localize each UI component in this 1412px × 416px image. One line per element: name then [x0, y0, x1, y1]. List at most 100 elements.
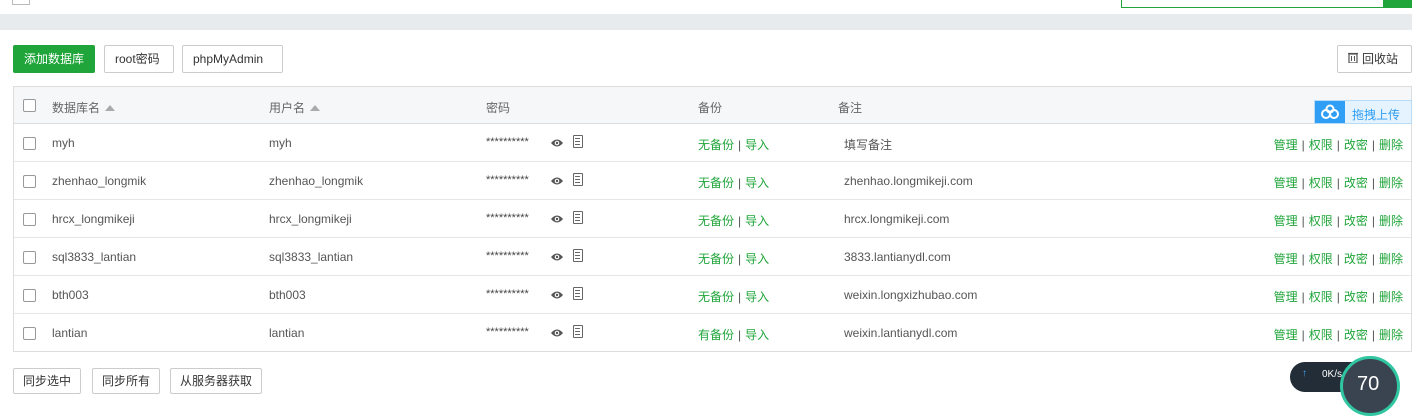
select-all-checkbox[interactable]	[23, 99, 36, 112]
delete-link[interactable]: 删除	[1379, 214, 1403, 228]
row-checkbox[interactable]	[23, 289, 36, 302]
row-actions: 管理 | 权限 | 改密 | 删除	[1273, 290, 1403, 304]
permission-link[interactable]: 权限	[1309, 328, 1333, 342]
copy-icon[interactable]	[573, 135, 583, 148]
row-checkbox[interactable]	[23, 175, 36, 188]
delete-link[interactable]: 删除	[1379, 252, 1403, 266]
delete-link[interactable]: 删除	[1379, 290, 1403, 304]
row-actions: 管理 | 权限 | 改密 | 删除	[1273, 176, 1403, 190]
recycle-bin-button[interactable]: 回收站	[1337, 45, 1412, 73]
backup-link[interactable]: 无备份	[698, 138, 734, 152]
header-user[interactable]: 用户名	[269, 99, 321, 116]
sync-selected-button[interactable]: 同步选中	[13, 368, 82, 394]
permission-link[interactable]: 权限	[1309, 138, 1333, 152]
change-password-link[interactable]: 改密	[1344, 214, 1368, 228]
separator: |	[738, 214, 742, 228]
db-user: zhenhao_longmik	[269, 174, 364, 188]
phpmyadmin-button[interactable]: phpMyAdmin	[182, 45, 283, 73]
db-remark[interactable]: 填写备注	[844, 136, 892, 153]
backup-link[interactable]: 无备份	[698, 214, 734, 228]
import-link[interactable]: 导入	[745, 290, 769, 304]
import-link[interactable]: 导入	[745, 252, 769, 266]
db-name: myh	[52, 136, 75, 150]
search-button[interactable]	[1383, 0, 1412, 8]
copy-icon[interactable]	[573, 211, 583, 224]
backup-link[interactable]: 无备份	[698, 290, 734, 304]
db-name: zhenhao_longmik	[52, 174, 147, 188]
eye-icon[interactable]	[550, 327, 564, 339]
upload-arrow-icon: ↑	[1302, 368, 1307, 379]
search-input[interactable]	[1121, 0, 1385, 8]
manage-link[interactable]: 管理	[1274, 176, 1298, 190]
db-name: lantian	[52, 326, 88, 340]
backup-link[interactable]: 无备份	[698, 252, 734, 266]
manage-link[interactable]: 管理	[1274, 214, 1298, 228]
delete-link[interactable]: 删除	[1379, 328, 1403, 342]
permission-link[interactable]: 权限	[1309, 252, 1333, 266]
change-password-link[interactable]: 改密	[1344, 252, 1368, 266]
get-from-server-button[interactable]: 从服务器获取	[170, 368, 263, 394]
permission-link[interactable]: 权限	[1309, 214, 1333, 228]
recycle-bin-label: 回收站	[1362, 52, 1399, 66]
eye-icon[interactable]	[550, 289, 564, 301]
delete-link[interactable]: 删除	[1379, 176, 1403, 190]
change-password-link[interactable]: 改密	[1344, 138, 1368, 152]
copy-icon[interactable]	[573, 287, 583, 300]
copy-icon[interactable]	[573, 249, 583, 262]
backup-link[interactable]: 无备份	[698, 176, 734, 190]
delete-link[interactable]: 删除	[1379, 138, 1403, 152]
row-checkbox[interactable]	[23, 213, 36, 226]
eye-icon[interactable]	[550, 251, 564, 263]
copy-icon[interactable]	[573, 173, 583, 186]
db-remark[interactable]: zhenhao.longmikeji.com	[844, 174, 973, 188]
db-remark[interactable]: weixin.lantianydl.com	[844, 326, 957, 340]
table-row: sql3833_lantian sql3833_lantian **********…	[14, 238, 1411, 276]
table-row: bth003 bth003 ********** 无备份 | 导入 weixin.longx…	[14, 276, 1411, 314]
row-checkbox[interactable]	[23, 137, 36, 150]
db-remark[interactable]: weixin.longxizhubao.com	[844, 288, 977, 302]
eye-icon[interactable]	[550, 213, 564, 225]
permission-link[interactable]: 权限	[1309, 290, 1333, 304]
row-actions: 管理 | 权限 | 改密 | 删除	[1273, 328, 1403, 342]
top-bar	[0, 0, 1412, 30]
backup-status: 无备份 | 导入	[698, 136, 769, 153]
table-row: zhenhao_longmik zhenhao_longmik **********…	[14, 162, 1411, 200]
import-link[interactable]: 导入	[745, 176, 769, 190]
permission-link[interactable]: 权限	[1309, 176, 1333, 190]
db-user: sql3833_lantian	[269, 250, 354, 264]
change-password-link[interactable]: 改密	[1344, 328, 1368, 342]
backup-link[interactable]: 有备份	[698, 328, 734, 342]
table-row: lantian lantian ********** 有备份 | 导入 weixin.lan…	[14, 314, 1411, 352]
menu-icon[interactable]	[12, 0, 30, 5]
manage-link[interactable]: 管理	[1274, 138, 1298, 152]
change-password-link[interactable]: 改密	[1344, 176, 1368, 190]
db-name: bth003	[52, 288, 89, 302]
eye-icon[interactable]	[550, 175, 564, 187]
db-remark[interactable]: hrcx.longmikeji.com	[844, 212, 949, 226]
import-link[interactable]: 导入	[745, 328, 769, 342]
import-link[interactable]: 导入	[745, 214, 769, 228]
header-name[interactable]: 数据库名	[52, 99, 116, 116]
row-checkbox[interactable]	[23, 251, 36, 264]
db-user: myh	[269, 136, 292, 150]
cloud-icon	[1315, 101, 1345, 123]
sync-all-button[interactable]: 同步所有	[92, 368, 161, 394]
db-user: bth003	[269, 288, 306, 302]
copy-icon[interactable]	[573, 325, 583, 338]
add-database-button[interactable]: 添加数据库	[13, 45, 95, 73]
drag-upload-widget[interactable]: 拖拽上传	[1314, 100, 1412, 124]
db-password: **********	[486, 288, 529, 300]
db-user: hrcx_longmikeji	[269, 212, 352, 226]
separator: |	[738, 252, 742, 266]
import-link[interactable]: 导入	[745, 138, 769, 152]
db-password: **********	[486, 174, 529, 186]
row-checkbox[interactable]	[23, 327, 36, 340]
manage-link[interactable]: 管理	[1274, 290, 1298, 304]
root-password-button[interactable]: root密码	[104, 45, 174, 73]
db-remark[interactable]: 3833.lantianydl.com	[844, 250, 951, 264]
manage-link[interactable]: 管理	[1274, 252, 1298, 266]
load-gauge[interactable]: 70	[1340, 356, 1400, 416]
change-password-link[interactable]: 改密	[1344, 290, 1368, 304]
eye-icon[interactable]	[550, 137, 564, 149]
manage-link[interactable]: 管理	[1274, 328, 1298, 342]
